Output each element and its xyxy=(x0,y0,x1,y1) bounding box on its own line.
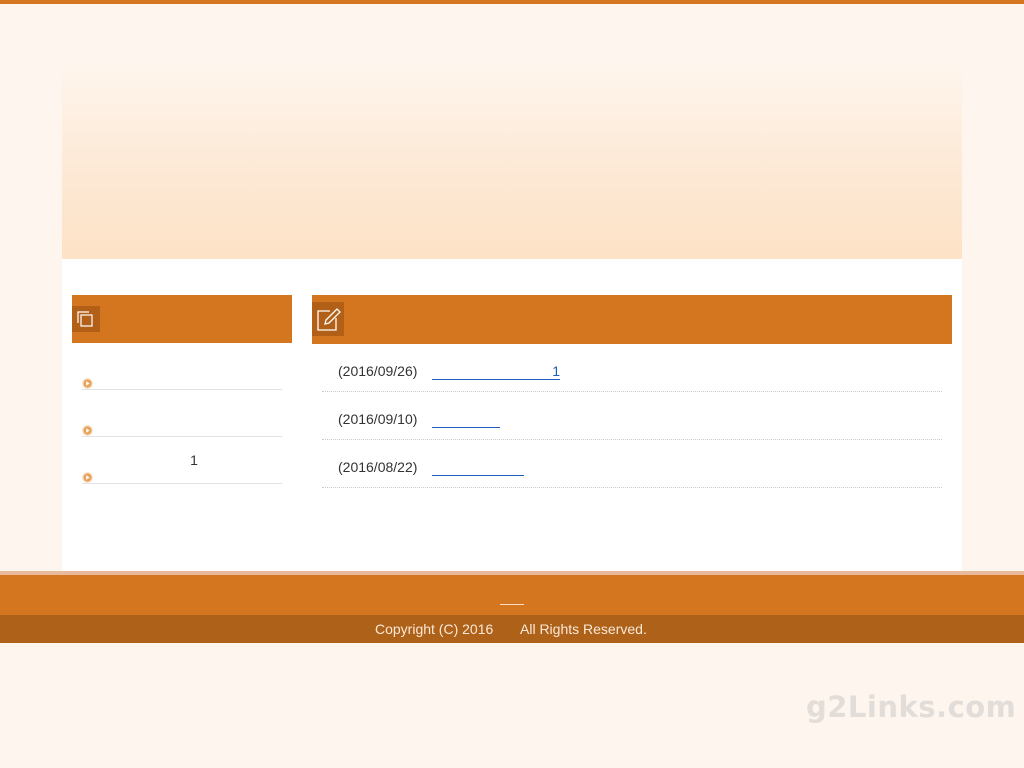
news-link[interactable]: 1 xyxy=(432,363,560,380)
news-list: (2016/09/26) 1 (2016/09/10) (2016/08/22) xyxy=(312,344,952,488)
rights-text: All Rights Reserved. xyxy=(520,621,647,637)
sidebar-item-1[interactable] xyxy=(82,343,282,390)
sidebar-item-label: 1 xyxy=(190,452,198,468)
footer-nav xyxy=(0,575,1024,615)
news-item: (2016/09/10) xyxy=(322,392,942,440)
page-container: 1 (2016/09/26) 1 (2016/09/10) (2016/08/2… xyxy=(62,59,962,571)
edit-icon xyxy=(312,302,344,336)
news-link[interactable] xyxy=(432,459,524,476)
news-link[interactable] xyxy=(432,411,500,428)
sidebar-item-2[interactable] xyxy=(82,390,282,437)
news-item: (2016/09/26) 1 xyxy=(322,344,942,392)
watermark-logo: g2Links.com xyxy=(806,690,1017,724)
play-bullet-icon xyxy=(82,455,93,483)
sidebar-panel: 1 xyxy=(72,295,292,484)
footer-link[interactable] xyxy=(500,604,524,605)
copyright-text: Copyright (C) 2016 xyxy=(375,621,494,637)
header-banner xyxy=(62,59,962,259)
sidebar-header xyxy=(72,295,292,343)
copy-icon xyxy=(72,306,100,332)
news-panel: (2016/09/26) 1 (2016/09/10) (2016/08/22) xyxy=(312,295,952,488)
news-date: (2016/09/10) xyxy=(338,411,418,427)
news-date: (2016/08/22) xyxy=(338,459,418,475)
play-bullet-icon xyxy=(82,408,93,436)
play-bullet-icon xyxy=(82,361,93,389)
news-item: (2016/08/22) xyxy=(322,440,942,488)
news-date: (2016/09/26) xyxy=(338,363,418,379)
footer-copyright: Copyright (C) 2016 All Rights Reserved. xyxy=(0,615,1024,643)
sidebar-menu: 1 xyxy=(72,343,292,484)
top-accent-strip xyxy=(0,0,1024,4)
sidebar-item-3[interactable]: 1 xyxy=(82,437,282,484)
news-header xyxy=(312,295,952,344)
